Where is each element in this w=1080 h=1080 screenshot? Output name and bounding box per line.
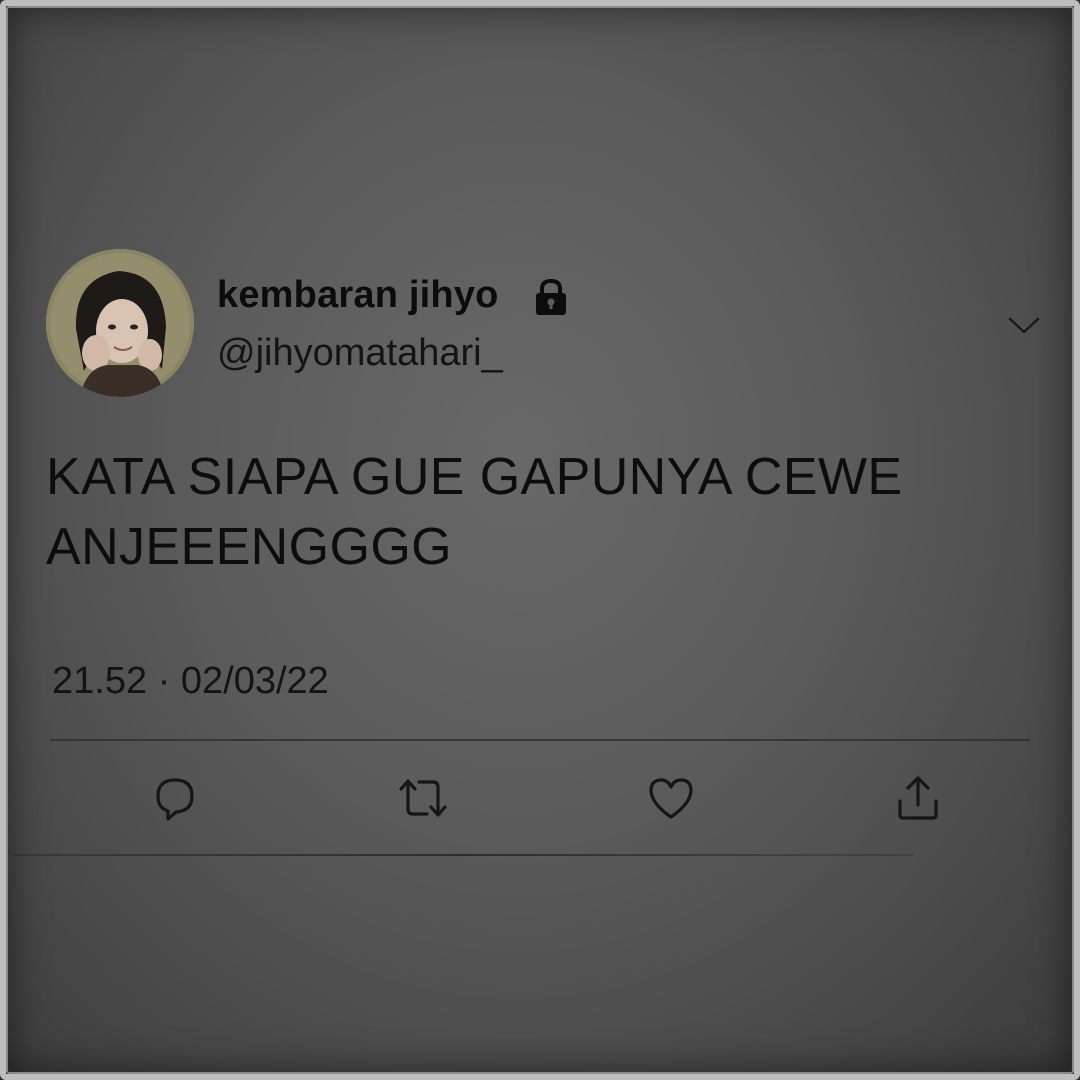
reply-button[interactable] [145,768,205,828]
share-icon [898,776,938,820]
avatar[interactable] [46,249,194,397]
lock-icon [536,278,566,315]
avatar-image [46,249,194,397]
reply-icon [156,778,194,821]
tweet-card: kembaran jihyo @jihyomatahari_ KATA SIAP… [0,0,1080,1080]
retweet-icon [399,779,447,817]
chevron-down-icon[interactable] [1006,311,1042,339]
retweet-button[interactable] [393,768,453,828]
display-name[interactable]: kembaran jihyo [217,274,499,317]
timestamp[interactable]: 21.52 · 02/03/22 [52,660,329,703]
handle[interactable]: @jihyomatahari_ [217,332,503,375]
like-button[interactable] [641,768,701,828]
tweet-text: KATA SIAPA GUE GAPUNYA CEWE ANJEEENGGGG [46,448,903,576]
bottom-divider [14,854,914,856]
share-button[interactable] [888,768,948,828]
divider [50,739,1030,741]
heart-icon [649,778,693,819]
